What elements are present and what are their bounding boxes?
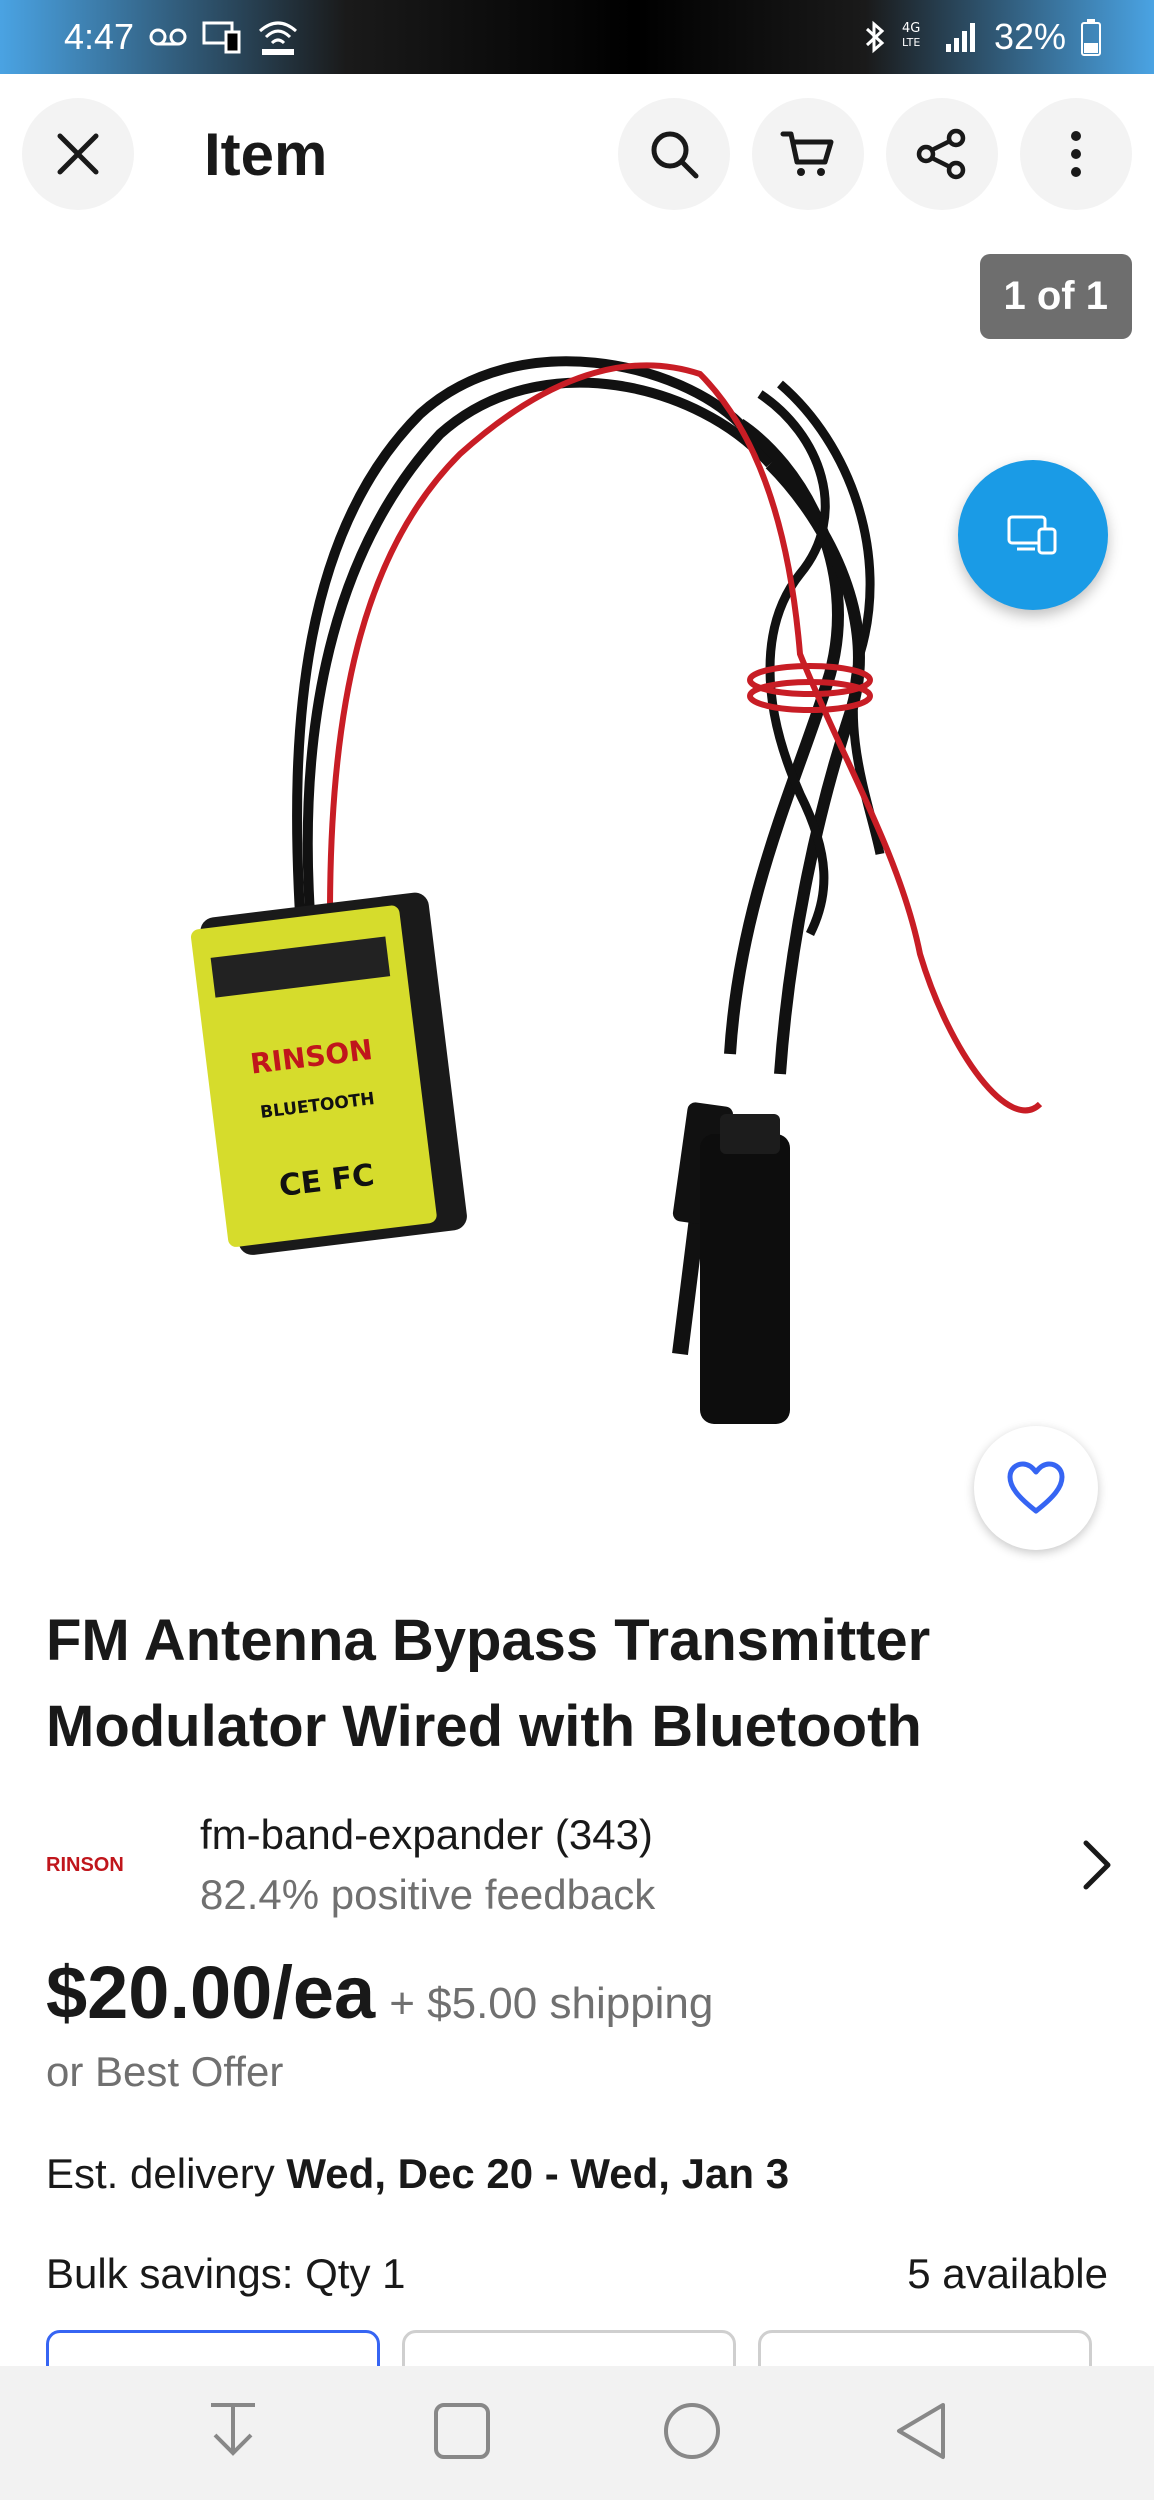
price: $20.00/ea <box>46 1951 376 2034</box>
quantity-option-selected[interactable] <box>46 2330 380 2366</box>
cast-icon <box>1007 515 1057 555</box>
available-quantity: 5 available <box>907 2250 1108 2297</box>
download-nav-button[interactable] <box>205 2401 261 2466</box>
more-vertical-icon <box>1071 131 1081 177</box>
status-left: 4:47 <box>64 16 300 58</box>
quantity-option[interactable] <box>758 2330 1092 2366</box>
cart-button[interactable] <box>752 98 864 210</box>
listing-title: FM Antenna Bypass Transmitter Modulator … <box>46 1608 931 1759</box>
cart-icon <box>780 131 834 176</box>
image-counter-badge: 1 of 1 <box>979 254 1132 339</box>
bluetooth-icon <box>864 19 886 55</box>
price-row: $20.00/ea + $5.00 shipping <box>46 1950 713 2035</box>
close-icon <box>57 133 99 175</box>
status-bar: 4:47 4G LTE 32% <box>0 0 1154 74</box>
svg-text:4G: 4G <box>902 21 920 36</box>
battery-icon <box>1080 18 1102 56</box>
seller-logo: RINSON <box>46 1853 124 1876</box>
bulk-savings-row: Bulk savings: Qty 1 5 available <box>46 2250 1108 2298</box>
circle-icon <box>664 2402 721 2459</box>
battery-percent: 32% <box>993 16 1066 57</box>
estimated-delivery: Est. delivery Wed, Dec 20 - Wed, Jan 3 <box>46 2150 789 2198</box>
best-offer-text: or Best Offer <box>46 2048 284 2095</box>
close-button[interactable] <box>22 98 134 210</box>
add-to-watchlist-button[interactable] <box>974 1426 1098 1550</box>
wifi-direct-icon <box>256 17 300 57</box>
seller-name: fm-band-expander (343) <box>200 1811 653 1858</box>
search-icon <box>651 131 699 179</box>
cast-button[interactable] <box>958 460 1108 610</box>
arrow-down-icon <box>211 2402 256 2456</box>
triangle-back-icon <box>896 2402 945 2459</box>
recent-apps-button[interactable] <box>432 2401 492 2466</box>
delivery-label: Est. delivery <box>46 2150 287 2197</box>
delivery-dates: Wed, Dec 20 - Wed, Jan 3 <box>286 2150 790 2197</box>
seller-info: fm-band-expander (343) 82.4% positive fe… <box>200 1805 1076 1925</box>
home-button[interactable] <box>662 2401 722 2466</box>
network-type-icon: 4G LTE <box>900 18 930 56</box>
svg-text:LTE: LTE <box>902 36 920 49</box>
seller-row[interactable]: RINSON fm-band-expander (343) 82.4% posi… <box>46 1800 1116 1930</box>
square-icon <box>433 2402 490 2459</box>
signal-icon <box>944 20 980 54</box>
quantity-option[interactable] <box>402 2330 736 2366</box>
share-button[interactable] <box>886 98 998 210</box>
image-gallery[interactable]: RINSON BLUETOOTH CE FC 1 of 1 <box>0 234 1154 1564</box>
app-bar: Item <box>0 74 1154 234</box>
status-time: 4:47 <box>64 16 135 57</box>
chevron-right-icon <box>1083 1840 1111 1890</box>
page-title: Item <box>204 120 328 188</box>
search-button[interactable] <box>618 98 730 210</box>
product-image: RINSON BLUETOOTH CE FC <box>191 356 1043 1424</box>
share-icon <box>916 128 966 180</box>
heart-icon <box>1007 1461 1065 1514</box>
back-button[interactable] <box>893 2401 949 2466</box>
status-right: 4G LTE 32% <box>864 16 1102 58</box>
screen-mirror-icon <box>202 20 242 54</box>
bulk-savings-label: Bulk savings: Qty 1 <box>46 2250 406 2297</box>
seller-feedback: 82.4% positive feedback <box>200 1871 656 1918</box>
shipping-cost: + $5.00 shipping <box>389 1979 714 2028</box>
voicemail-icon <box>148 25 188 49</box>
app-bar-actions <box>618 98 1132 210</box>
more-options-button[interactable] <box>1020 98 1132 210</box>
system-navigation-bar <box>0 2366 1154 2500</box>
bulk-quantity-options <box>46 2330 1092 2366</box>
